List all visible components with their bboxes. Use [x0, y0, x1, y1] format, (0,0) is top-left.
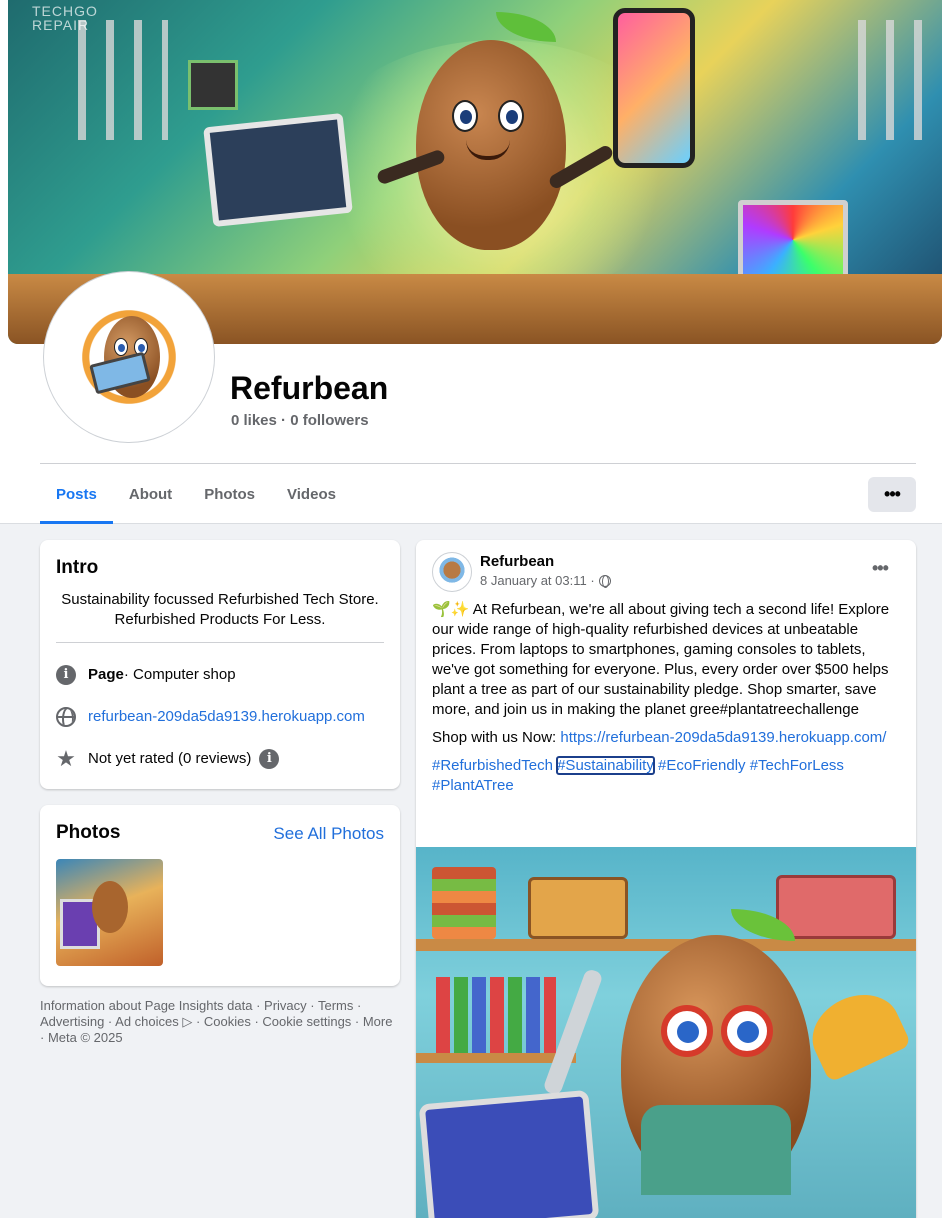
- image-jar: [432, 867, 496, 939]
- cover-laptop-rainbow: [738, 200, 848, 280]
- tab-photos[interactable]: Photos: [188, 464, 271, 524]
- globe-icon: [56, 707, 76, 727]
- page-tabs: Posts About Photos Videos: [40, 464, 352, 524]
- info-icon: i: [56, 665, 76, 685]
- shop-prefix: Shop with us Now:: [432, 729, 561, 746]
- post-more-button[interactable]: •••: [872, 558, 889, 579]
- mascot-overalls: [641, 1105, 791, 1195]
- image-tubes: [436, 977, 556, 1053]
- image-lamp: [800, 981, 912, 1083]
- hashtag-sustainability[interactable]: #Sustainability: [556, 756, 655, 775]
- cover-tools-right: [858, 20, 942, 140]
- hashtag-refurbishedtech[interactable]: #RefurbishedTech: [432, 757, 553, 774]
- avatar-badge: [66, 294, 192, 420]
- category-label: Page: [88, 666, 124, 683]
- cover-bean-mascot: [375, 12, 615, 250]
- cover-tools-left: [78, 20, 168, 140]
- cover-phone: [613, 8, 695, 168]
- cover-laptop: [203, 112, 353, 228]
- see-all-photos-link[interactable]: See All Photos: [273, 823, 384, 845]
- post-hashtags: #RefurbishedTech #Sustainability #EcoFri…: [432, 756, 904, 796]
- tab-videos[interactable]: Videos: [271, 464, 352, 524]
- bean-eye-left: [452, 100, 478, 132]
- likes-count[interactable]: 0 likes: [231, 412, 277, 429]
- photo-thumbnail[interactable]: [56, 859, 163, 966]
- post-shop-line: Shop with us Now: https://refurbean-209d…: [432, 728, 904, 748]
- more-options-button[interactable]: •••: [868, 477, 916, 512]
- post-author[interactable]: Refurbean: [480, 552, 554, 572]
- bean-leaf: [496, 12, 556, 42]
- tab-posts[interactable]: Posts: [40, 464, 113, 524]
- tab-about[interactable]: About: [113, 464, 188, 524]
- page-header: TECHGO REPAIR Refurbean 0 likes · 0 foll…: [0, 0, 942, 524]
- intro-card: Intro Sustainability focussed Refurbishe…: [40, 540, 400, 789]
- followers-count[interactable]: 0 followers: [290, 412, 368, 429]
- image-tablet: [418, 1089, 600, 1218]
- stats-separator: ·: [281, 412, 287, 429]
- website-link[interactable]: refurbean-209da5da9139.herokuapp.com: [88, 707, 365, 727]
- hashtag-techforless[interactable]: #TechForLess: [750, 757, 844, 774]
- image-radio: [528, 877, 628, 939]
- post-body: 🌱✨ At Refurbean, we're all about giving …: [432, 600, 904, 804]
- cover-watermark: TECHGO REPAIR: [32, 3, 98, 33]
- intro-title: Intro: [56, 557, 99, 578]
- intro-website-row: refurbean-209da5da9139.herokuapp.com: [56, 707, 365, 727]
- photos-title: Photos: [56, 822, 121, 843]
- image-device-box: [776, 875, 896, 939]
- post-text: 🌱✨ At Refurbean, we're all about giving …: [432, 601, 890, 718]
- rating-info-icon[interactable]: i: [259, 749, 280, 769]
- image-shelf: [416, 939, 916, 951]
- mascot-glasses-left: [661, 1005, 713, 1057]
- intro-divider: [56, 642, 384, 643]
- intro-category-row: i Page · Computer shop: [56, 665, 236, 685]
- shop-link[interactable]: https://refurbean-209da5da9139.herokuapp…: [560, 729, 886, 746]
- thumb-bean: [92, 881, 128, 933]
- post-meta: 8 January at 03:11 ·: [480, 573, 611, 589]
- star-icon: ★: [56, 746, 76, 771]
- post-avatar[interactable]: [432, 552, 472, 592]
- intro-bio: Sustainability focussed Refurbished Tech…: [61, 591, 379, 628]
- bean-mouth: [466, 140, 510, 160]
- intro-rating-row: ★ Not yet rated (0 reviews) i: [56, 746, 291, 771]
- hashtag-ecofriendly[interactable]: #EcoFriendly: [658, 757, 746, 774]
- hashtag-plantatree[interactable]: #PlantATree: [432, 777, 514, 794]
- mascot-glasses-right: [721, 1005, 773, 1057]
- page-stats: 0 likes · 0 followers: [231, 411, 369, 431]
- post-image[interactable]: [416, 847, 916, 1218]
- page-footer[interactable]: Information about Page Insights data · P…: [40, 998, 400, 1046]
- post-timestamp[interactable]: 8 January at 03:11 ·: [480, 573, 595, 589]
- rating-text: Not yet rated (0 reviews): [88, 750, 252, 767]
- category-value: · Computer shop: [123, 666, 236, 683]
- page-title: Refurbean: [230, 370, 389, 406]
- image-bean-mascot: [621, 909, 811, 1195]
- post-card: Refurbean 8 January at 03:11 · ••• 🌱✨ At…: [416, 540, 916, 1218]
- public-globe-icon: [598, 575, 611, 588]
- avatar-eye-left: [114, 338, 128, 356]
- cover-chip: [188, 60, 238, 110]
- profile-avatar[interactable]: [44, 272, 214, 442]
- photos-card: Photos See All Photos: [40, 805, 400, 986]
- bean-eye-right: [498, 100, 524, 132]
